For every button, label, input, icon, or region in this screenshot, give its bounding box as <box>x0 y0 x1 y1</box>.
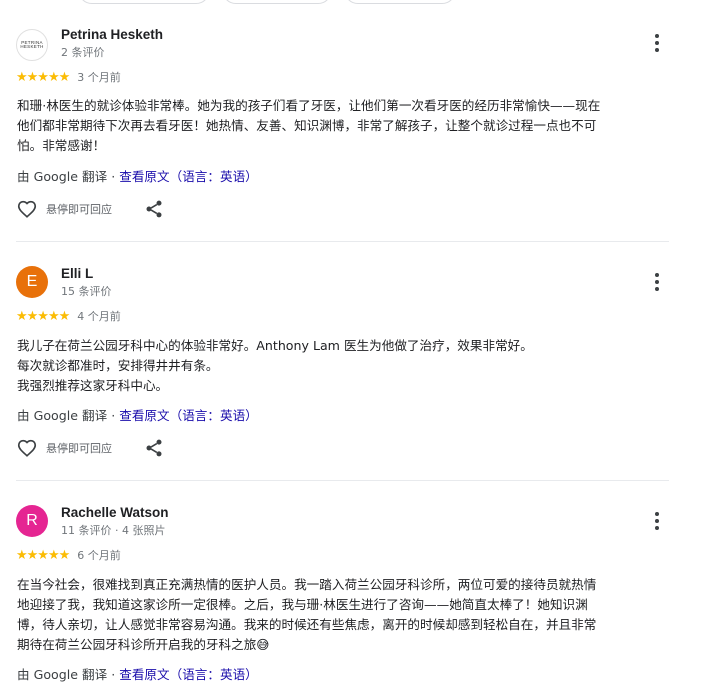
avatar[interactable]: R <box>16 505 48 537</box>
filter-chip[interactable] <box>222 0 332 4</box>
star-rating: ★★★★★ <box>16 69 70 85</box>
review-time: 6 个月前 <box>77 549 121 562</box>
share-icon[interactable] <box>144 438 164 458</box>
reviewer-name[interactable]: Petrina Hesketh <box>61 27 163 42</box>
filter-chip[interactable] <box>78 0 210 4</box>
rating-row: ★★★★★ 4 个月前 <box>16 308 121 324</box>
react-hint: 悬停即可回应 <box>46 203 112 216</box>
star-rating: ★★★★★ <box>16 547 70 563</box>
avatar-letter: E <box>26 273 38 290</box>
translated-by-label: 由 Google 翻译 · <box>17 667 120 682</box>
reviewer-name[interactable]: Rachelle Watson <box>61 505 169 520</box>
divider <box>16 480 669 481</box>
heart-outline-icon[interactable] <box>16 437 38 459</box>
view-original-link[interactable]: 查看原文（语言：英语） <box>119 667 258 682</box>
review-text: 和珊·林医生的就诊体验非常棒。她为我的孩子们看了牙医，让他们第一次看牙医的经历非… <box>17 98 601 153</box>
translated-by-label: 由 Google 翻译 · <box>17 169 120 184</box>
heart-outline-icon[interactable] <box>16 198 38 220</box>
translated-by-label: 由 Google 翻译 · <box>17 408 120 423</box>
review-text: 我儿子在荷兰公园牙科中心的体验非常好。Anthony Lam 医生为他做了治疗，… <box>17 338 533 393</box>
react-hint: 悬停即可回应 <box>46 442 112 455</box>
filter-chip[interactable] <box>344 0 456 4</box>
share-icon[interactable] <box>144 199 164 219</box>
view-original-link[interactable]: 查看原文（语言：英语） <box>119 169 258 184</box>
rating-row: ★★★★★ 6 个月前 <box>16 547 121 563</box>
reviewer-meta: 15 条评价 <box>61 285 112 298</box>
review-time: 3 个月前 <box>77 71 121 84</box>
review-time: 4 个月前 <box>77 310 121 323</box>
translation-note: 由 Google 翻译 · 查看原文（语言：英语） <box>17 405 258 424</box>
review-actions: 悬停即可回应 <box>16 436 164 460</box>
reviewer-meta: 2 条评价 <box>61 46 105 59</box>
avatar[interactable]: PETRINA HESKETH <box>16 29 48 61</box>
avatar-logo-text: HESKETH <box>20 44 44 49</box>
review-text: 在当今社会，很难找到真正充满热情的医护人员。我一踏入荷兰公园牙科诊所，两位可爱的… <box>17 577 597 652</box>
rating-row: ★★★★★ 3 个月前 <box>16 69 121 85</box>
avatar[interactable]: E <box>16 266 48 298</box>
translation-note: 由 Google 翻译 · 查看原文（语言：英语） <box>17 166 258 185</box>
reviewer-meta: 11 条评价 · 4 张照片 <box>61 524 166 537</box>
divider <box>16 241 669 242</box>
avatar-letter: R <box>26 512 38 529</box>
star-rating: ★★★★★ <box>16 308 70 324</box>
more-vert-icon[interactable] <box>648 271 666 293</box>
view-original-link[interactable]: 查看原文（语言：英语） <box>119 408 258 423</box>
review-actions: 悬停即可回应 <box>16 197 164 221</box>
more-vert-icon[interactable] <box>648 510 666 532</box>
reviewer-name[interactable]: Elli L <box>61 266 93 281</box>
more-vert-icon[interactable] <box>648 32 666 54</box>
translation-note: 由 Google 翻译 · 查看原文（语言：英语） <box>17 664 258 683</box>
